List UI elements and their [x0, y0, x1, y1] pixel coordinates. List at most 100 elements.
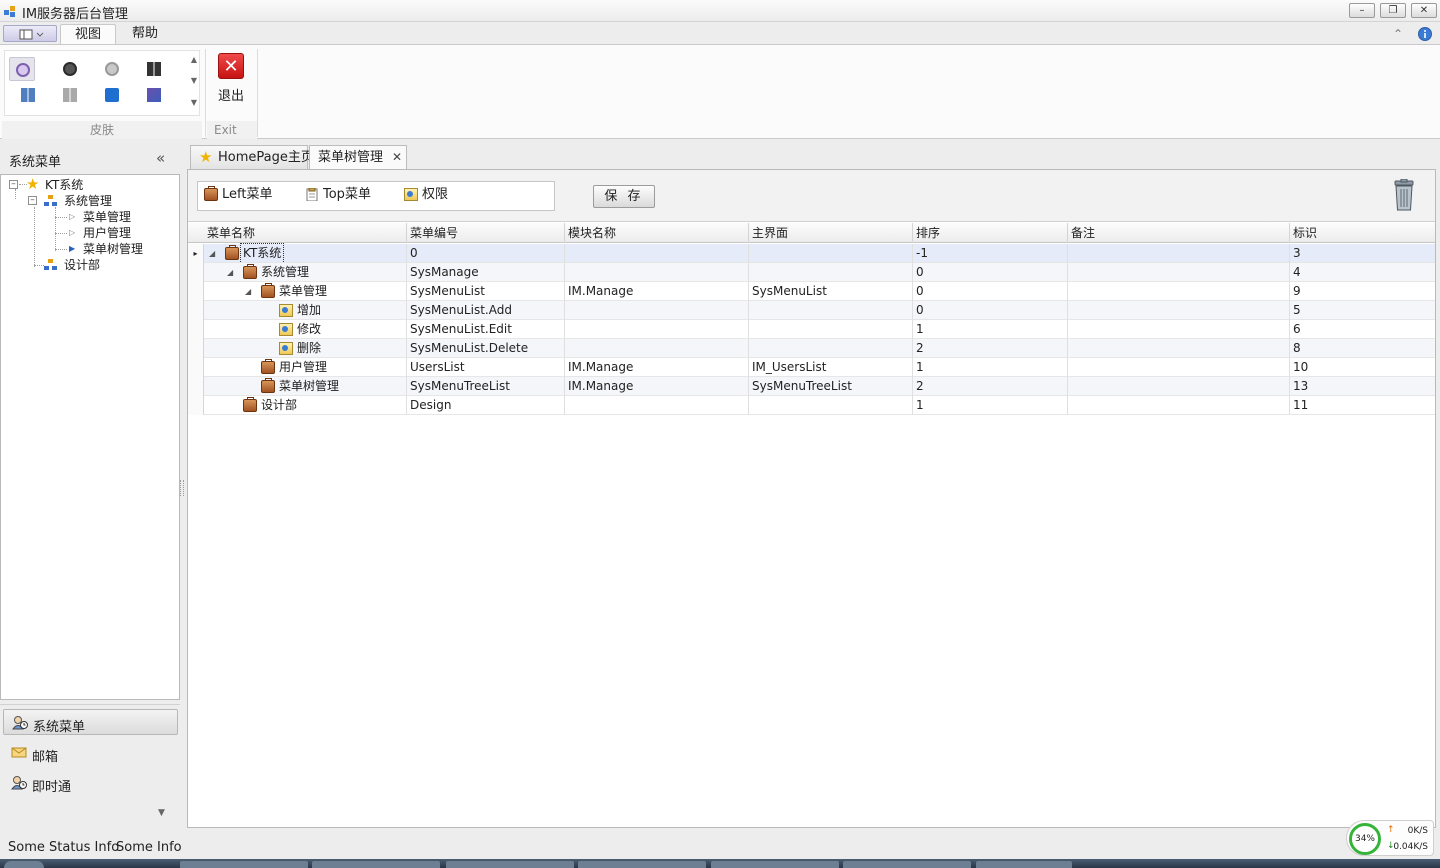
- tree-node-design[interactable]: 设计部: [44, 257, 144, 273]
- taskbar-item[interactable]: [843, 861, 971, 868]
- skin-office-blue[interactable]: [99, 83, 125, 107]
- cell-form[interactable]: [748, 339, 912, 358]
- cell-module[interactable]: IM.Manage: [564, 282, 748, 301]
- cell-order[interactable]: 0: [912, 301, 1067, 320]
- row-collapse-icon[interactable]: ◢: [245, 282, 251, 301]
- column-header[interactable]: 菜单编号: [406, 223, 564, 243]
- column-header[interactable]: 标识: [1289, 223, 1435, 243]
- cell-note[interactable]: [1067, 377, 1289, 396]
- gallery-expand-icon[interactable]: ▼: [191, 98, 197, 107]
- taskbar-item[interactable]: [578, 861, 706, 868]
- cell-form[interactable]: [748, 263, 912, 282]
- cell-module[interactable]: IM.Manage: [564, 358, 748, 377]
- name-cell[interactable]: ◢ 菜单管理: [204, 282, 406, 301]
- collapse-nav-icon[interactable]: «: [156, 149, 165, 167]
- tree-node-menutree-mgmt[interactable]: ▶ 菜单树管理: [67, 241, 177, 257]
- name-cell[interactable]: 菜单树管理: [204, 377, 406, 396]
- info-icon[interactable]: [1417, 26, 1433, 42]
- table-row[interactable]: 菜单树管理 SysMenuTreeList IM.Manage SysMenuT…: [188, 377, 1435, 396]
- tab-view[interactable]: 视图: [60, 24, 117, 45]
- cell-module[interactable]: [564, 263, 748, 282]
- cell-note[interactable]: [1067, 339, 1289, 358]
- cell-note[interactable]: [1067, 244, 1289, 263]
- cell-note[interactable]: [1067, 282, 1289, 301]
- cell-order[interactable]: 2: [912, 339, 1067, 358]
- application-menu-button[interactable]: [3, 25, 57, 42]
- cell-id[interactable]: 3: [1289, 244, 1435, 263]
- taskbar-item[interactable]: [976, 861, 1072, 868]
- save-button[interactable]: 保 存: [593, 185, 655, 208]
- close-tab-icon[interactable]: ✕: [392, 146, 402, 169]
- cell-form[interactable]: [748, 396, 912, 415]
- cell-id[interactable]: 5: [1289, 301, 1435, 320]
- taskbar-item[interactable]: [446, 861, 574, 868]
- skin-gray-tiles[interactable]: [57, 83, 83, 107]
- cell-code[interactable]: Design: [406, 396, 564, 415]
- column-header[interactable]: 模块名称: [564, 223, 748, 243]
- navbar-more-icon[interactable]: ▼: [158, 808, 165, 818]
- cell-module[interactable]: IM.Manage: [564, 377, 748, 396]
- navbar-item-im[interactable]: 即时通: [3, 770, 178, 796]
- navbar-item-mailbox[interactable]: 邮箱: [3, 740, 178, 766]
- column-header[interactable]: 备注: [1067, 223, 1289, 243]
- cell-form[interactable]: [748, 301, 912, 320]
- row-collapse-icon[interactable]: ◢: [209, 244, 215, 263]
- column-header[interactable]: 主界面: [748, 223, 912, 243]
- tree-collapse-icon[interactable]: –: [9, 180, 18, 189]
- start-button[interactable]: [4, 861, 44, 868]
- cell-form[interactable]: SysMenuList: [748, 282, 912, 301]
- skin-seven[interactable]: [99, 57, 125, 81]
- cell-order[interactable]: 1: [912, 358, 1067, 377]
- cell-id[interactable]: 11: [1289, 396, 1435, 415]
- cell-order[interactable]: 1: [912, 320, 1067, 339]
- ribbon-minimize-icon[interactable]: ⌃: [1390, 26, 1406, 42]
- gallery-scroll-down-icon[interactable]: ▼: [191, 76, 197, 85]
- cell-id[interactable]: 4: [1289, 263, 1435, 282]
- cell-form[interactable]: SysMenuTreeList: [748, 377, 912, 396]
- column-header[interactable]: 菜单名称: [204, 223, 406, 243]
- cell-module[interactable]: [564, 396, 748, 415]
- tree-node-root[interactable]: – ★ KT系统: [9, 177, 169, 193]
- tree-collapse-icon[interactable]: –: [28, 196, 37, 205]
- skin-blue-tiles[interactable]: [15, 83, 41, 107]
- skin-office-violet[interactable]: [9, 57, 35, 81]
- table-row[interactable]: 修改 SysMenuList.Edit 1 6: [188, 320, 1435, 339]
- skin-dark-tiles[interactable]: [141, 57, 167, 81]
- cell-code[interactable]: SysMenuList.Add: [406, 301, 564, 320]
- cell-note[interactable]: [1067, 320, 1289, 339]
- minimize-button[interactable]: –: [1349, 3, 1375, 18]
- name-cell[interactable]: 设计部: [204, 396, 406, 415]
- name-cell[interactable]: 修改: [204, 320, 406, 339]
- splitter-handle[interactable]: [180, 480, 184, 496]
- table-row[interactable]: 用户管理 UsersList IM.Manage IM_UsersList 1 …: [188, 358, 1435, 377]
- skin-office-black[interactable]: [57, 57, 83, 81]
- cell-note[interactable]: [1067, 301, 1289, 320]
- network-monitor-widget[interactable]: 34% ↑ 0K/S ↓ 0.04K/S: [1346, 820, 1434, 856]
- cell-code[interactable]: SysMenuList: [406, 282, 564, 301]
- cell-module[interactable]: [564, 301, 748, 320]
- cell-id[interactable]: 8: [1289, 339, 1435, 358]
- tab-help[interactable]: 帮助: [118, 24, 172, 45]
- cell-module[interactable]: [564, 339, 748, 358]
- close-window-button[interactable]: ✕: [1411, 3, 1437, 18]
- cell-order[interactable]: 1: [912, 396, 1067, 415]
- tree-node-menu-mgmt[interactable]: ▷ 菜单管理: [67, 209, 167, 225]
- cell-code[interactable]: SysManage: [406, 263, 564, 282]
- cell-id[interactable]: 13: [1289, 377, 1435, 396]
- doc-tab-homepage[interactable]: ★ HomePage主页: [190, 145, 314, 169]
- doc-tab-menutree[interactable]: 菜单树管理 ✕: [309, 145, 407, 170]
- table-row[interactable]: ◢ 菜单管理 SysMenuList IM.Manage SysMenuList…: [188, 282, 1435, 301]
- taskbar-item[interactable]: [312, 861, 440, 868]
- row-collapse-icon[interactable]: ◢: [227, 263, 233, 282]
- gallery-scroll-up-icon[interactable]: ▲: [191, 55, 197, 64]
- tree-node-user-mgmt[interactable]: ▷ 用户管理: [67, 225, 167, 241]
- exit-button[interactable]: ✕ 退出: [212, 49, 250, 109]
- cell-code[interactable]: 0: [406, 244, 564, 263]
- cell-order[interactable]: 0: [912, 263, 1067, 282]
- cell-order[interactable]: 2: [912, 377, 1067, 396]
- cell-id[interactable]: 10: [1289, 358, 1435, 377]
- cell-code[interactable]: SysMenuList.Edit: [406, 320, 564, 339]
- cell-id[interactable]: 9: [1289, 282, 1435, 301]
- cell-note[interactable]: [1067, 396, 1289, 415]
- skin-visual-studio[interactable]: [141, 83, 167, 107]
